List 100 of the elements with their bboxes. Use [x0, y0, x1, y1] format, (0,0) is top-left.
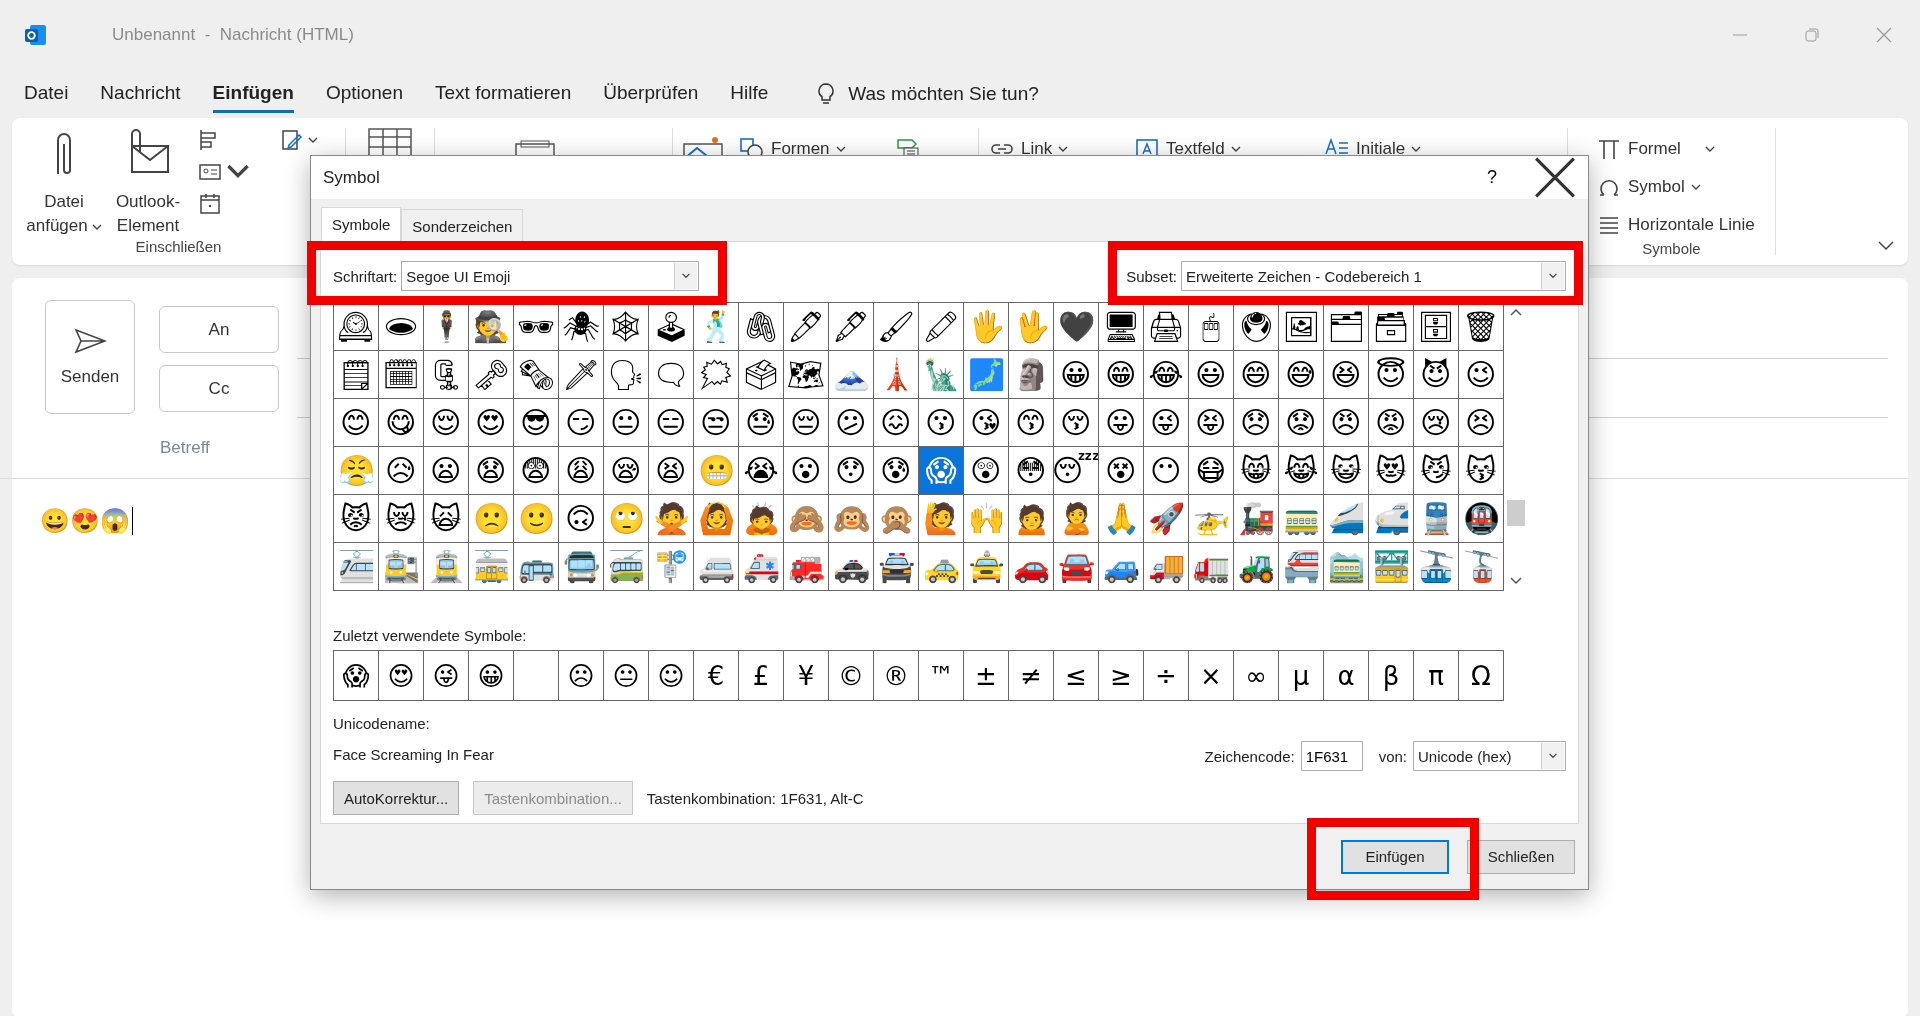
- symbol-cell[interactable]: 🚅: [1369, 495, 1414, 543]
- symbol-cell[interactable]: 😳: [1009, 447, 1054, 495]
- symbol-cell[interactable]: 😂: [1144, 351, 1189, 399]
- symbol-cell[interactable]: 🕰: [334, 303, 379, 351]
- symbol-cell[interactable]: 😒: [694, 399, 739, 447]
- ribbon-button[interactable]: Link: [989, 134, 1134, 164]
- symbol-cell[interactable]: 😹: [1279, 447, 1324, 495]
- symbol-cell[interactable]: 🕶: [514, 303, 559, 351]
- symbol-cell[interactable]: 🚝: [1279, 543, 1324, 591]
- menu-tab[interactable]: Einfügen: [212, 75, 294, 113]
- symbol-cell[interactable]: 🚠: [1414, 543, 1459, 591]
- symbol-cell[interactable]: 🕷: [559, 303, 604, 351]
- symbol-cell[interactable]: 😆: [1324, 351, 1369, 399]
- symbol-cell[interactable]: 😩: [559, 447, 604, 495]
- symbol-cell[interactable]: 😊: [334, 399, 379, 447]
- symbol-cell[interactable]: 😀: [1054, 351, 1099, 399]
- symbol-cell[interactable]: 😞: [1234, 399, 1279, 447]
- tell-me-search[interactable]: Was möchten Sie tun?: [848, 83, 1039, 105]
- symbol-cell[interactable]: 🗃: [1369, 303, 1414, 351]
- scroll-up-icon[interactable]: [1510, 308, 1522, 316]
- dialog-tab[interactable]: Symbole: [321, 207, 402, 241]
- collapse-ribbon-icon[interactable]: [1878, 241, 1894, 251]
- symbol-cell[interactable]: 😄: [1234, 351, 1279, 399]
- symbol-cell[interactable]: 😦: [424, 447, 469, 495]
- lightbulb-icon[interactable]: [816, 82, 837, 106]
- code-from-dropdown[interactable]: Unicode (hex): [1413, 741, 1566, 771]
- symbol-cell[interactable]: 🗂: [1324, 303, 1369, 351]
- font-dropdown[interactable]: Segoe UI Emoji: [401, 261, 700, 291]
- menu-tab[interactable]: Nachricht: [100, 75, 181, 113]
- recent-symbol-cell[interactable]: 😍: [379, 651, 424, 701]
- symbol-cell[interactable]: 😧: [469, 447, 514, 495]
- symbol-cell[interactable]: 🖲: [1234, 303, 1279, 351]
- signature-pen-icon[interactable]: [280, 128, 304, 152]
- recent-symbol-cell[interactable]: ☹: [559, 651, 604, 701]
- symbol-cell[interactable]: 🚏: [649, 543, 694, 591]
- menu-tab[interactable]: Datei: [24, 75, 69, 113]
- symbol-cell[interactable]: 😈: [1414, 351, 1459, 399]
- symbol-cell[interactable]: 🖨: [1144, 303, 1189, 351]
- symbol-cell[interactable]: 😡: [1369, 399, 1414, 447]
- symbol-cell[interactable]: 😋: [379, 399, 424, 447]
- symbol-cell[interactable]: 😅: [1279, 351, 1324, 399]
- symbol-cell[interactable]: 🚄: [1324, 495, 1369, 543]
- symbol-cell[interactable]: 🕴: [424, 303, 469, 351]
- symbol-cell[interactable]: 🙃: [559, 495, 604, 543]
- ribbon-button[interactable]: Symbol: [1596, 172, 1755, 202]
- symbol-cell[interactable]: 😜: [1144, 399, 1189, 447]
- recent-symbol-cell[interactable]: µ: [1279, 651, 1324, 701]
- recent-symbol-cell[interactable]: β: [1369, 651, 1414, 701]
- symbol-cell[interactable]: 🚞: [1324, 543, 1369, 591]
- symbol-cell[interactable]: 🖇: [739, 303, 784, 351]
- symbol-cell[interactable]: 🚒: [784, 543, 829, 591]
- symbol-cell[interactable]: 🚎: [604, 543, 649, 591]
- symbol-cell[interactable]: 🗣: [604, 351, 649, 399]
- symbol-cell[interactable]: 😵: [1099, 447, 1144, 495]
- symbol-cell[interactable]: 🚓: [829, 543, 874, 591]
- recent-symbol-cell[interactable]: 😀: [469, 651, 514, 701]
- symbol-cell[interactable]: 😫: [649, 447, 694, 495]
- symbol-cell[interactable]: 😷: [1189, 447, 1234, 495]
- menu-tab[interactable]: Text formatieren: [435, 75, 572, 113]
- scroll-thumb[interactable]: [1507, 500, 1525, 526]
- recent-symbol-cell[interactable]: ¥: [784, 651, 829, 701]
- recent-symbol-cell[interactable]: ≤: [1054, 651, 1099, 701]
- symbol-cell[interactable]: 😍: [469, 399, 514, 447]
- recent-symbol-cell[interactable]: ÷: [1144, 651, 1189, 701]
- symbol-cell[interactable]: 😌: [424, 399, 469, 447]
- menu-tab[interactable]: Optionen: [325, 75, 403, 113]
- symbol-cell[interactable]: 🗼: [874, 351, 919, 399]
- symbol-cell[interactable]: 😛: [1099, 399, 1144, 447]
- recent-symbol-cell[interactable]: 😱: [334, 651, 379, 701]
- symbol-cell[interactable]: 😐: [604, 399, 649, 447]
- symbol-cell[interactable]: 😠: [1324, 399, 1369, 447]
- symbol-cell[interactable]: 🚔: [874, 543, 919, 591]
- recent-symbol-cell[interactable]: ©: [829, 651, 874, 701]
- address-button[interactable]: An: [159, 306, 279, 353]
- symbol-cell[interactable]: 🗄: [1414, 303, 1459, 351]
- subset-dropdown[interactable]: Erweiterte Zeichen - Codebereich 1: [1181, 261, 1566, 291]
- recent-symbol-cell[interactable]: ≠: [1009, 651, 1054, 701]
- address-button[interactable]: Cc: [159, 365, 279, 412]
- symbol-cell[interactable]: 😑: [649, 399, 694, 447]
- symbol-cell[interactable]: 🗓: [379, 351, 424, 399]
- symbol-cell[interactable]: 🗞: [514, 351, 559, 399]
- ribbon-button[interactable]: Outlook-Element: [106, 128, 190, 238]
- char-code-field[interactable]: 1F631: [1300, 741, 1363, 771]
- symbol-cell[interactable]: 🗻: [829, 351, 874, 399]
- symbol-cell[interactable]: 😱: [919, 447, 964, 495]
- symbol-cell[interactable]: 😎: [514, 399, 559, 447]
- symbol-cell[interactable]: 😘: [964, 399, 1009, 447]
- menu-tab[interactable]: Überprüfen: [603, 75, 699, 113]
- symbol-cell[interactable]: 🗽: [919, 351, 964, 399]
- dialog-tab[interactable]: Sonderzeichen: [401, 209, 524, 241]
- symbol-cell[interactable]: 😥: [379, 447, 424, 495]
- ribbon-button[interactable]: Datei anfügen: [22, 128, 106, 238]
- symbol-cell[interactable]: 😚: [1054, 399, 1099, 447]
- symbol-cell[interactable]: 😻: [1369, 447, 1414, 495]
- symbol-cell[interactable]: 🗝: [469, 351, 514, 399]
- symbol-cell[interactable]: 🙊: [874, 495, 919, 543]
- symbol-cell[interactable]: 🖱: [1189, 303, 1234, 351]
- symbol-cell[interactable]: 😴: [1054, 447, 1099, 495]
- action-button[interactable]: AutoKorrektur...: [333, 781, 460, 815]
- recent-symbol-cell[interactable]: α: [1324, 651, 1369, 701]
